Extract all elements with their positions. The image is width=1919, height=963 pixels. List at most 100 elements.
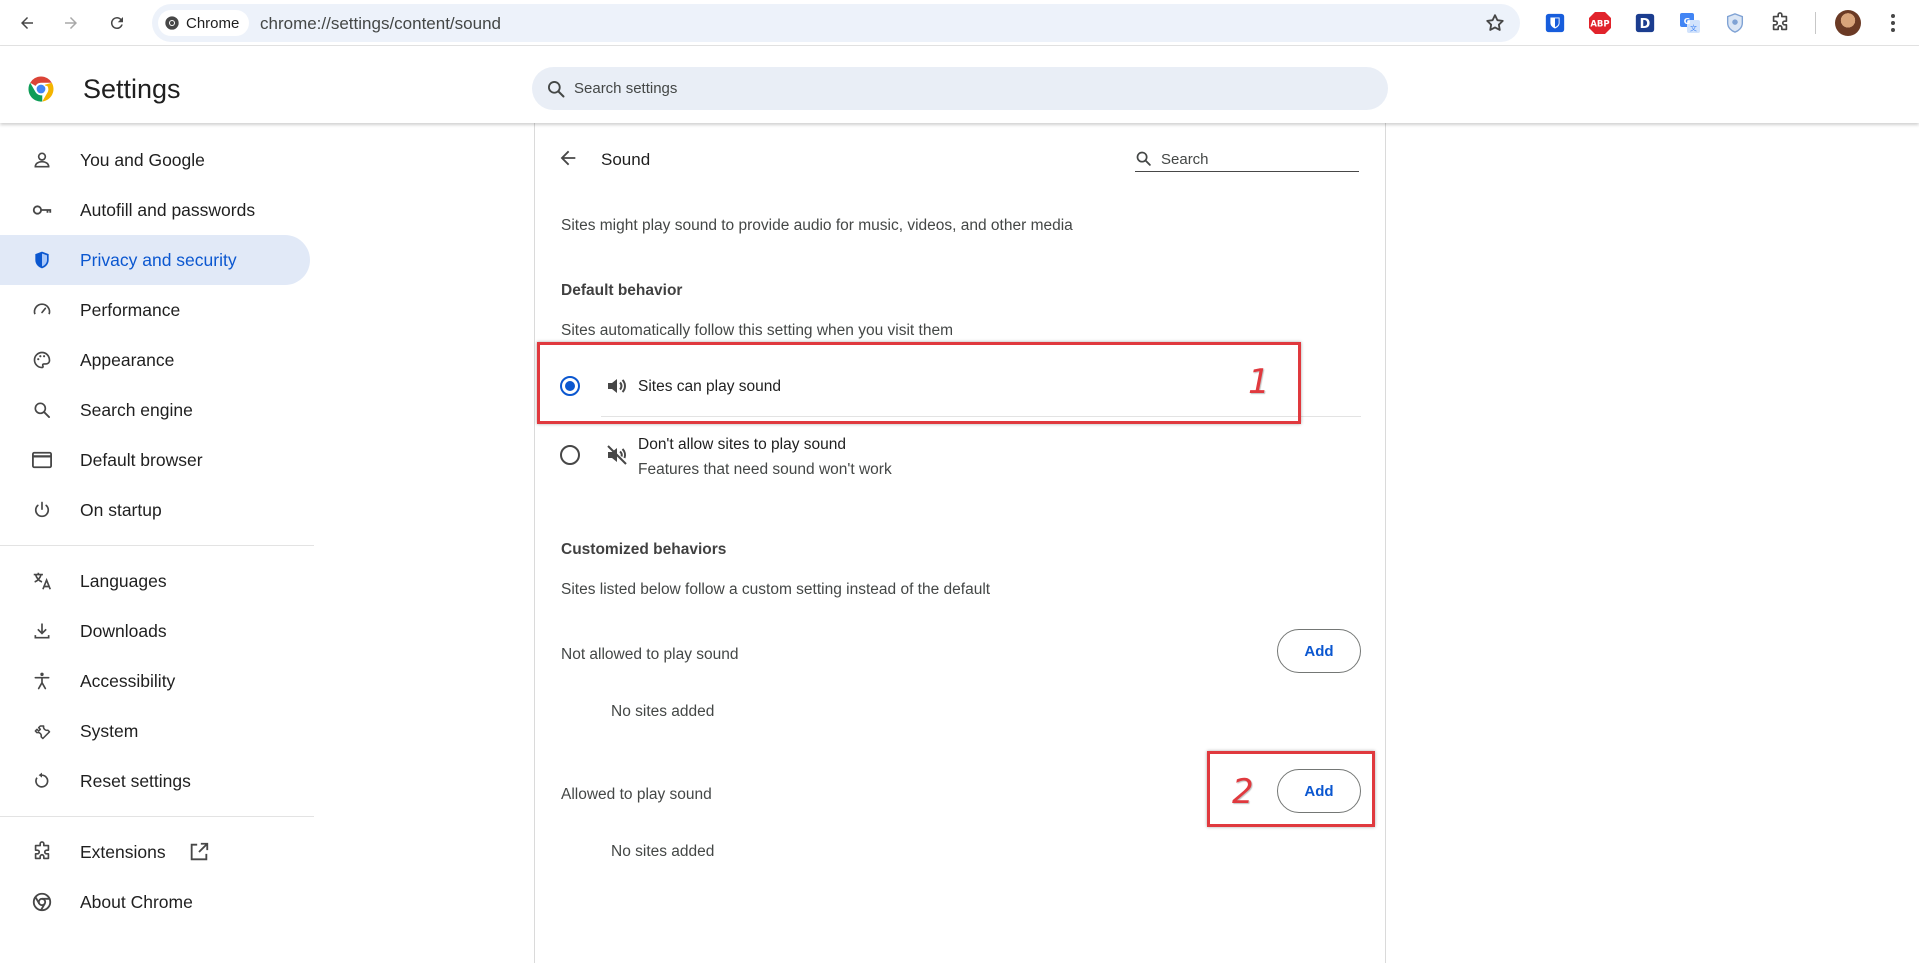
google-translate-icon[interactable]: G文 [1677,10,1703,36]
speedometer-icon [30,298,54,322]
bitwarden-icon[interactable] [1542,10,1568,36]
reload-button[interactable] [102,8,132,38]
add-not-allowed-button[interactable]: Add [1277,629,1361,673]
adblock-plus-icon[interactable]: ABP [1587,10,1613,36]
browser-toolbar: Chrome chrome://settings/content/sound A… [0,0,1919,46]
settings-search-input[interactable]: Search settings [532,67,1388,110]
sidebar-item-default-browser[interactable]: Default browser [0,435,310,485]
back-button[interactable] [12,8,42,38]
annotation-number-2: 2 [1232,772,1254,812]
sidebar-item-label: On startup [80,499,162,520]
site-chip-label: Chrome [186,14,240,32]
not-allowed-empty-text: No sites added [611,703,715,720]
subpage-search-input[interactable]: Search [1135,146,1359,172]
sidebar-item-label: Downloads [80,620,167,641]
sidebar-item-you-and-google[interactable]: You and Google [0,135,310,185]
menu-button[interactable] [1878,10,1908,36]
svg-text:ABP: ABP [1590,20,1609,30]
sidebar-item-downloads[interactable]: Downloads [0,606,310,656]
allowed-list-label: Allowed to play sound [561,786,712,803]
arrow-right-icon [65,17,77,29]
sidebar-item-search-engine[interactable]: Search engine [0,385,310,435]
sound-description: Sites might play sound to provide audio … [561,217,1073,234]
sidebar-item-label: Accessibility [80,670,176,691]
sidebar-item-on-startup[interactable]: On startup [0,485,310,535]
sidebar-item-reset-settings[interactable]: Reset settings [0,756,310,806]
search-placeholder: Search settings [574,80,678,97]
sidebar-divider [0,545,314,546]
not-allowed-list-label: Not allowed to play sound [561,646,739,663]
sidebar-item-label: Search engine [80,399,193,420]
arrow-back-icon[interactable] [557,147,579,169]
allowed-empty-text: No sites added [611,843,715,860]
search-icon [1136,151,1151,166]
sidebar-item-label: Privacy and security [80,249,237,270]
wrench-icon [30,719,54,743]
subpage-header: Sound Search [535,123,1387,195]
default-behavior-heading: Default behavior [561,282,683,299]
page-title: Settings [83,74,181,104]
sidebar-item-appearance[interactable]: Appearance [0,335,310,385]
browser-window-icon [30,448,54,472]
annotation-box-1 [537,342,1301,424]
palette-icon [30,348,54,372]
option-block-sound-label[interactable]: Don't allow sites to play sound [638,436,846,454]
customized-behaviors-heading: Customized behaviors [561,541,727,558]
sidebar-item-extensions[interactable]: Extensions [0,827,310,877]
sidebar-divider [0,816,314,817]
sidebar-item-system[interactable]: System [0,706,310,756]
search-placeholder: Search [1161,151,1209,168]
customized-behaviors-subtext: Sites listed below follow a custom setti… [561,581,991,598]
bookmark-star-icon[interactable] [1484,12,1506,34]
translate-icon [30,569,54,593]
volume-off-icon [607,445,627,465]
radio-block-sound[interactable] [560,445,580,465]
dashlane-icon[interactable]: D [1632,10,1658,36]
option-block-sound-sublabel: Features that need sound won't work [638,461,892,478]
sidebar-item-label: You and Google [80,149,205,170]
accessibility-icon [30,669,54,693]
arrow-left-icon [21,17,33,29]
toolbar-divider [1815,12,1816,34]
sidebar-item-label: Appearance [80,349,175,370]
site-chip[interactable]: Chrome [158,10,250,36]
sidebar-item-privacy[interactable]: Privacy and security [0,235,310,285]
privacy-badger-icon[interactable] [1722,10,1748,36]
sidebar-item-label: Autofill and passwords [80,199,256,220]
sidebar-item-label: Extensions [80,841,166,862]
svg-text:文: 文 [1690,24,1697,33]
address-bar[interactable]: Chrome chrome://settings/content/sound [152,4,1520,42]
default-behavior-subtext: Sites automatically follow this setting … [561,322,953,339]
sidebar-item-label: About Chrome [80,891,193,912]
sidebar-item-languages[interactable]: Languages [0,556,310,606]
reload-icon [110,17,123,30]
chrome-icon [30,890,54,914]
person-icon [30,148,54,172]
search-icon [30,398,54,422]
reset-icon [30,769,54,793]
sidebar-item-accessibility[interactable]: Accessibility [0,656,310,706]
url-text[interactable]: chrome://settings/content/sound [260,14,501,34]
subpage-title: Sound [601,150,651,169]
sound-settings-card: Sound Search Sites might play sound to p… [534,123,1386,963]
sidebar-item-about-chrome[interactable]: About Chrome [0,877,310,927]
sidebar-item-label: Default browser [80,449,203,470]
external-link-icon [190,842,208,861]
sidebar-item-label: System [80,720,139,741]
sidebar-item-performance[interactable]: Performance [0,285,310,335]
puzzle-icon [30,840,54,864]
profile-avatar[interactable] [1835,10,1861,36]
extensions-puzzle-icon[interactable] [1767,10,1793,36]
search-icon [548,81,565,98]
chrome-icon [165,16,179,30]
chrome-logo-icon [28,76,54,102]
forward-button[interactable] [56,8,86,38]
shield-icon [30,248,54,272]
settings-sidebar: You and Google Autofill and passwords Pr… [0,135,314,927]
sidebar-item-label: Languages [80,570,167,591]
sidebar-item-autofill[interactable]: Autofill and passwords [0,185,310,235]
svg-text:D: D [1640,17,1651,32]
annotation-number-1: 1 [1248,362,1270,402]
power-icon [30,498,54,522]
more-vert-icon [1891,14,1895,32]
